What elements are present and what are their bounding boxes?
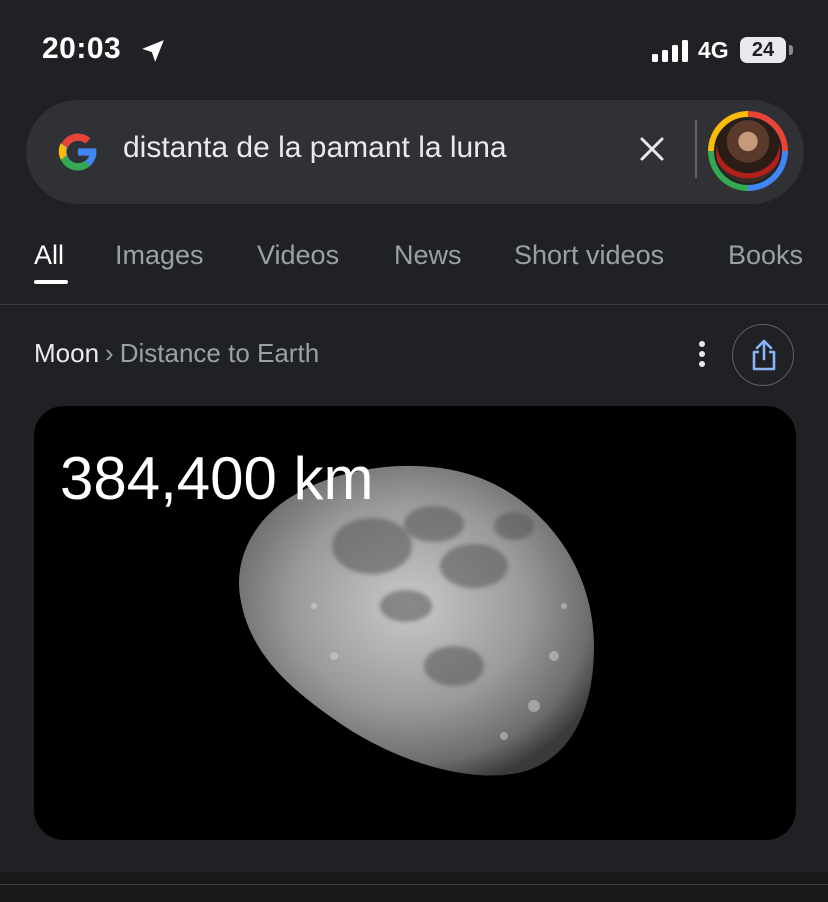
- share-icon: [752, 339, 776, 371]
- search-bar[interactable]: distanta de la pamant la luna: [26, 100, 804, 204]
- account-button[interactable]: [708, 111, 788, 191]
- distance-value: 384,400 km: [60, 445, 374, 512]
- more-vert-icon[interactable]: [690, 338, 714, 370]
- tab-videos[interactable]: Videos: [257, 240, 339, 271]
- bottom-divider: [0, 884, 828, 885]
- location-arrow-icon: [142, 40, 164, 62]
- google-g-icon[interactable]: [54, 128, 102, 176]
- avatar[interactable]: [714, 117, 782, 185]
- tab-all[interactable]: All: [34, 240, 64, 271]
- search-input[interactable]: distanta de la pamant la luna: [123, 131, 507, 165]
- signal-bars-icon: [652, 40, 688, 62]
- tab-images[interactable]: Images: [115, 240, 204, 271]
- next-result-edge: [0, 872, 828, 902]
- network-type: 4G: [698, 37, 729, 63]
- breadcrumb-root[interactable]: Moon: [34, 338, 99, 368]
- share-button[interactable]: [732, 324, 794, 386]
- clear-icon[interactable]: [636, 133, 668, 165]
- answer-card[interactable]: 384,400 km: [34, 406, 796, 840]
- tab-news[interactable]: News: [394, 240, 462, 271]
- search-tabs: All Images Videos News Short videos Book…: [0, 228, 828, 304]
- breadcrumb-separator: ›: [105, 338, 114, 368]
- tab-short-videos[interactable]: Short videos: [514, 240, 664, 271]
- battery-nub: [789, 45, 793, 55]
- tab-books[interactable]: Books: [728, 240, 803, 271]
- breadcrumb-leaf: Distance to Earth: [119, 338, 320, 368]
- battery-icon: 24: [740, 37, 786, 63]
- tab-active-indicator: [34, 280, 68, 284]
- tabs-divider: [0, 304, 828, 305]
- breadcrumb: Moon › Distance to Earth: [34, 338, 319, 369]
- status-bar: 20:03 4G 24: [0, 0, 828, 100]
- status-time: 20:03: [42, 32, 122, 65]
- search-divider: [695, 120, 697, 178]
